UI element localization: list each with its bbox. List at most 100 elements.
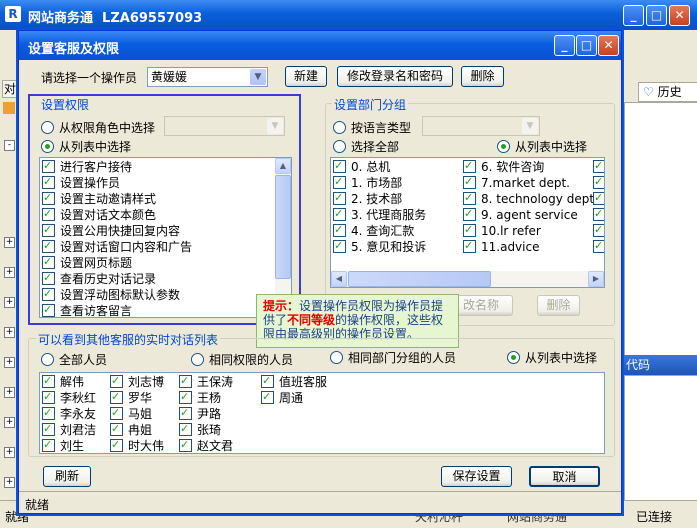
department-item[interactable]: 4. 查询汇款 [333, 222, 414, 239]
department-item-label: 6. 软件咨询 [481, 160, 545, 174]
permission-item[interactable]: 查看访客留言 [42, 302, 132, 317]
person-item[interactable]: 赵文君 [179, 437, 233, 453]
expand-icon[interactable]: + [4, 327, 15, 338]
expand-icon[interactable]: + [4, 477, 15, 488]
refresh-button[interactable]: 刷新 [43, 466, 91, 487]
person-item[interactable]: 王杨 [179, 389, 221, 406]
department-item-partial[interactable] [593, 190, 604, 207]
department-item-partial[interactable] [593, 174, 604, 191]
department-item[interactable]: 1. 市场部 [333, 174, 402, 191]
people-list[interactable]: 解伟 李秋红 李永友 刘君洁 刘生 刘志博 罗华 马姐 冉姐 时大伟 王保涛 王… [39, 372, 605, 454]
departments-list[interactable]: 0. 总机 1. 市场部 2. 技术部 3. 代理商服务 4. 查询汇款 5. … [330, 157, 605, 288]
dept-from-list-radio[interactable]: 从列表中选择 [497, 138, 587, 155]
permission-item[interactable]: 设置浮动图标默认参数 [42, 286, 180, 303]
visible-same-dept-radio[interactable]: 相同部门分组的人员 [330, 349, 456, 366]
department-item[interactable]: 11.advice [463, 238, 539, 255]
checkbox-checked-icon [333, 206, 346, 222]
expand-icon[interactable]: + [4, 387, 15, 398]
department-item[interactable]: 2. 技术部 [333, 190, 402, 207]
permission-item[interactable]: 设置公用快捷回复内容 [42, 222, 180, 239]
department-item-partial[interactable] [593, 206, 604, 223]
maximize-icon[interactable]: □ [646, 5, 667, 26]
scroll-left-icon[interactable]: ◀ [331, 271, 347, 287]
expand-icon[interactable]: + [4, 447, 15, 458]
person-item[interactable]: 值班客服 [261, 373, 327, 390]
expand-icon[interactable]: + [4, 267, 15, 278]
person-item[interactable]: 尹路 [179, 405, 221, 422]
expand-icon[interactable]: - [4, 140, 15, 151]
permission-item[interactable]: 设置网页标题 [42, 254, 132, 271]
department-item-partial[interactable] [593, 158, 604, 175]
checkbox-checked-icon [463, 174, 476, 190]
delete-operator-button[interactable]: 删除 [461, 66, 504, 87]
checkbox-checked-icon [179, 405, 192, 421]
person-item[interactable]: 张琦 [179, 421, 221, 438]
minimize-icon[interactable]: _ [623, 5, 644, 26]
expand-icon[interactable]: + [4, 297, 15, 308]
scroll-thumb[interactable] [348, 271, 491, 287]
permission-item[interactable]: 查看历史对话记录 [42, 270, 156, 287]
permission-item[interactable]: 设置对话文本颜色 [42, 206, 156, 223]
person-item[interactable]: 李秋红 [42, 389, 96, 406]
person-item[interactable]: 刘生 [42, 437, 84, 453]
checkbox-checked-icon [179, 437, 192, 453]
person-item[interactable]: 马姐 [110, 405, 152, 422]
save-settings-button[interactable]: 保存设置 [441, 466, 512, 487]
person-item[interactable]: 罗华 [110, 389, 152, 406]
dept-by-language-label: 按语言类型 [351, 121, 412, 135]
role-select[interactable]: ▼ [164, 116, 285, 136]
dept-by-language-radio[interactable]: 按语言类型 [333, 119, 411, 136]
delete-department-button[interactable]: 删除 [537, 295, 580, 316]
dialog-close-icon[interactable]: ✕ [598, 35, 619, 56]
department-item-partial[interactable] [593, 238, 604, 255]
person-item[interactable]: 解伟 [42, 373, 84, 390]
person-item[interactable]: 刘君洁 [42, 421, 96, 438]
departments-hscrollbar[interactable]: ◀ ▶ [331, 271, 604, 287]
department-item[interactable]: 9. agent service [463, 206, 578, 223]
department-item[interactable]: 10.lr refer [463, 222, 541, 239]
close-icon[interactable]: ✕ [669, 5, 690, 26]
person-item[interactable]: 时大伟 [110, 437, 164, 453]
operator-select[interactable]: 黄媛媛 ▼ [147, 67, 268, 87]
dept-select-all-radio[interactable]: 选择全部 [333, 138, 399, 155]
perm-from-list-radio[interactable]: 从列表中选择 [41, 138, 131, 155]
person-item[interactable]: 李永友 [42, 405, 96, 422]
person-item[interactable]: 王保涛 [179, 373, 233, 390]
person-item[interactable]: 刘志博 [110, 373, 164, 390]
dialog-minimize-icon[interactable]: _ [554, 35, 575, 56]
expand-icon[interactable]: + [4, 357, 15, 368]
permission-item[interactable]: 进行客户接待 [42, 158, 132, 175]
dialog-maximize-icon[interactable]: □ [576, 35, 597, 56]
department-item[interactable]: 6. 软件咨询 [463, 158, 545, 175]
scroll-up-icon[interactable]: ▲ [275, 158, 291, 174]
left-edge-tab[interactable]: 对 [2, 80, 18, 98]
department-item[interactable]: 3. 代理商服务 [333, 206, 426, 223]
checkbox-checked-icon [42, 270, 55, 286]
chevron-down-icon: ▼ [267, 118, 283, 134]
person-item[interactable]: 周通 [261, 389, 303, 406]
cancel-button[interactable]: 取消 [529, 466, 600, 487]
visible-all-radio[interactable]: 全部人员 [41, 351, 107, 368]
new-operator-button[interactable]: 新建 [285, 66, 327, 87]
history-tab[interactable]: ♡ 历史 [638, 82, 697, 102]
permissions-list[interactable]: 进行客户接待 设置操作员 设置主动邀请样式 设置对话文本颜色 设置公用快捷回复内… [39, 157, 292, 318]
scroll-right-icon[interactable]: ▶ [588, 271, 604, 287]
department-item[interactable]: 5. 意见和投诉 [333, 238, 426, 255]
department-item[interactable]: 0. 总机 [333, 158, 390, 175]
expand-icon[interactable]: + [4, 237, 15, 248]
expand-icon[interactable]: + [4, 417, 15, 428]
visible-from-list-radio[interactable]: 从列表中选择 [507, 349, 597, 366]
visible-same-perm-radio[interactable]: 相同权限的人员 [191, 351, 293, 368]
checkbox-checked-icon [333, 222, 346, 238]
permission-item[interactable]: 设置操作员 [42, 174, 120, 191]
scroll-thumb[interactable] [275, 175, 291, 279]
department-item[interactable]: 7.market dept. [463, 174, 570, 191]
edit-login-button[interactable]: 修改登录名和密码 [337, 66, 453, 87]
language-select[interactable]: ▼ [422, 116, 540, 136]
person-item[interactable]: 冉姐 [110, 421, 152, 438]
permission-item[interactable]: 设置对话窗口内容和广告 [42, 238, 192, 255]
department-item[interactable]: 8. technology dept. [463, 190, 598, 207]
permission-item[interactable]: 设置主动邀请样式 [42, 190, 156, 207]
perm-from-role-radio[interactable]: 从权限角色中选择 [41, 119, 155, 136]
department-item-partial[interactable] [593, 222, 604, 239]
